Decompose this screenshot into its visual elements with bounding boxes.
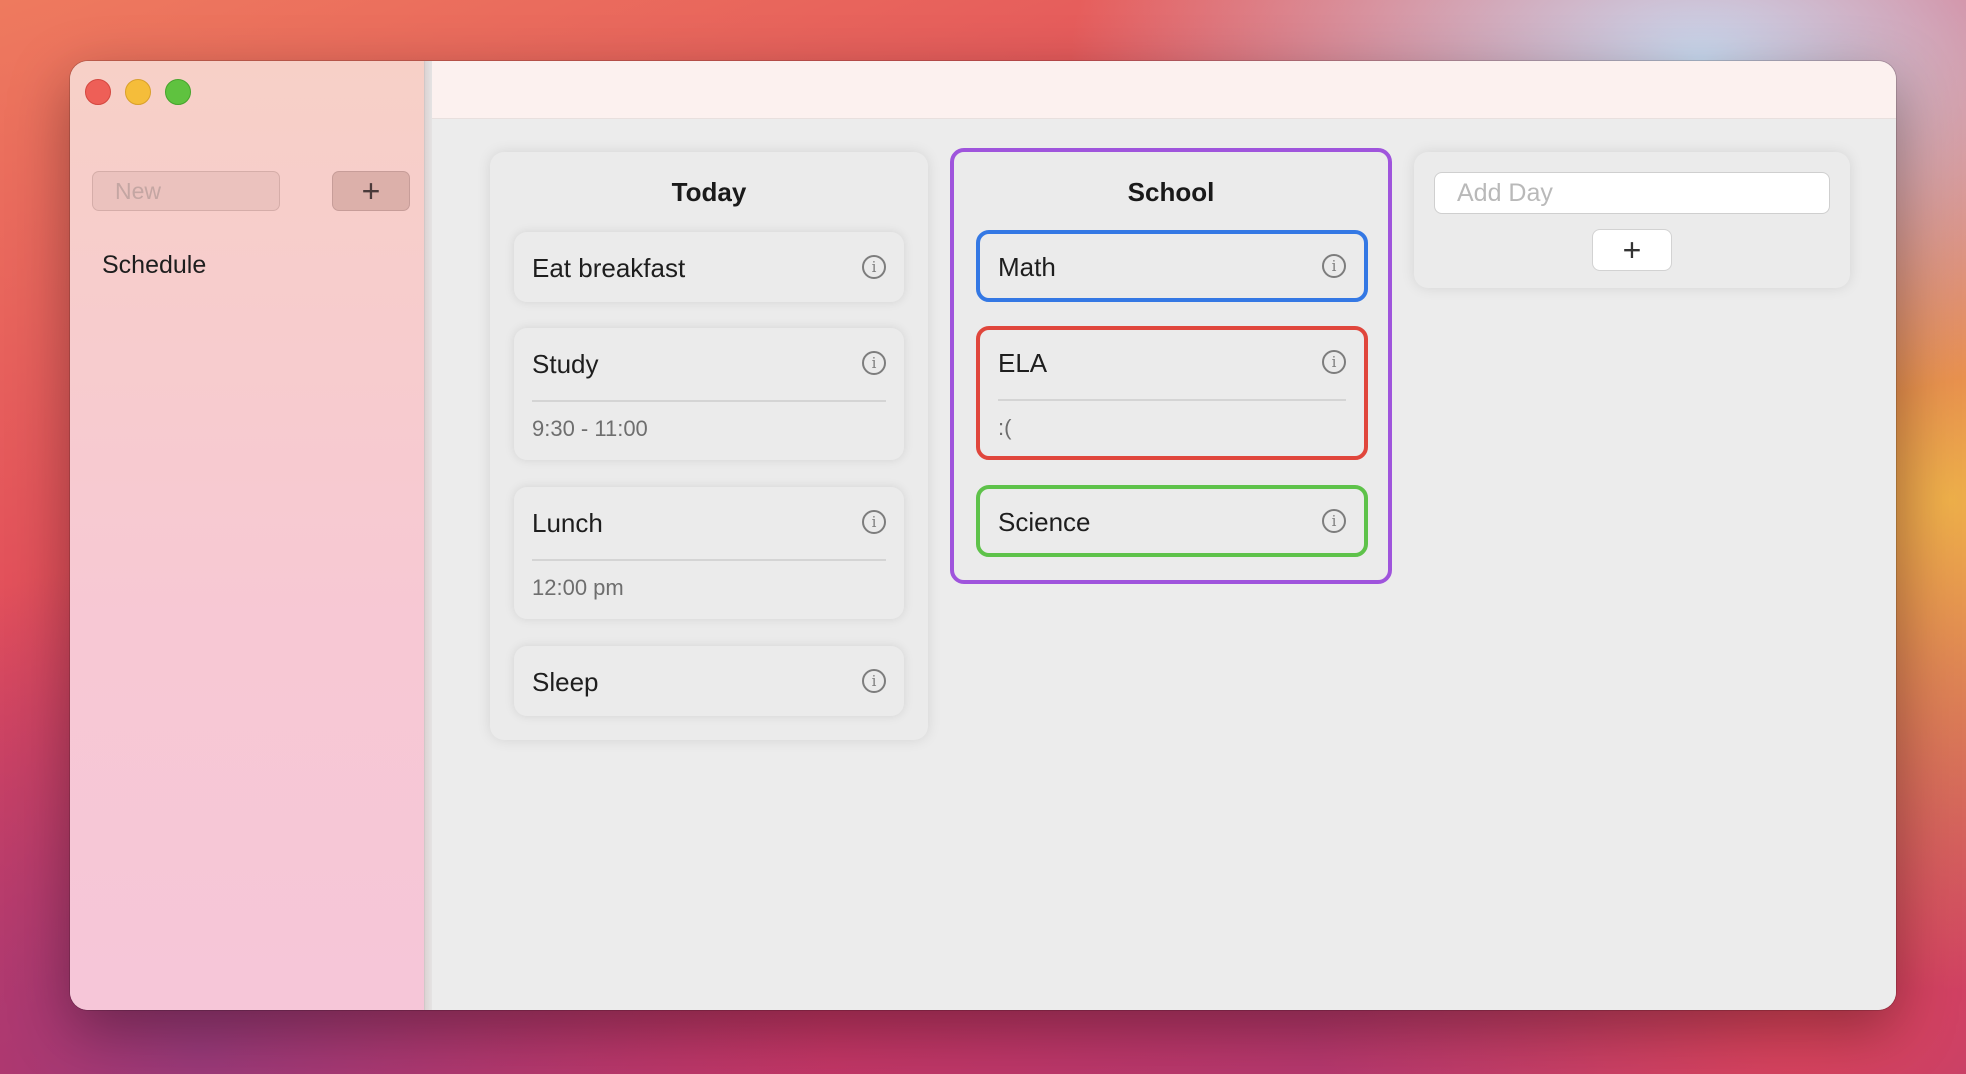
add-day-panel: + [1414,152,1850,288]
task-card[interactable]: Eat breakfast i [514,232,904,302]
zoom-window-button[interactable] [165,79,191,105]
task-card[interactable]: ELA i :( [976,326,1368,460]
task-title: Lunch [532,508,603,538]
info-icon[interactable]: i [862,255,886,279]
task-title: Science [998,507,1091,537]
info-icon[interactable]: i [1322,350,1346,374]
column-title: School [1127,177,1215,207]
add-day-button[interactable]: + [1592,229,1672,271]
sidebar-item-schedule[interactable]: Schedule [102,251,206,280]
info-icon[interactable]: i [1322,254,1346,278]
app-window: + Schedule Today Eat breakfast i Study i… [70,61,1896,1010]
card-divider [532,400,886,402]
column-title: Today [671,177,747,207]
day-column-today: Today Eat breakfast i Study i 9:30 - 11:… [490,152,928,740]
sidebar: + Schedule [70,61,424,1010]
info-icon[interactable]: i [862,510,886,534]
card-divider [532,559,886,561]
info-icon[interactable]: i [862,669,886,693]
info-icon[interactable]: i [862,351,886,375]
plus-icon: + [361,172,381,209]
task-detail: :( [998,415,1012,440]
toolbar [432,61,1896,119]
task-card[interactable]: Study i 9:30 - 11:00 [514,328,904,460]
task-card[interactable]: Science i [976,485,1368,557]
task-detail: 9:30 - 11:00 [532,416,648,441]
close-window-button[interactable] [85,79,111,105]
task-title: Sleep [532,667,599,697]
task-detail: 12:00 pm [532,575,624,600]
task-title: ELA [998,348,1048,378]
task-card[interactable]: Sleep i [514,646,904,716]
new-schedule-input[interactable] [92,171,280,211]
task-card[interactable]: Lunch i 12:00 pm [514,487,904,619]
add-schedule-button[interactable]: + [332,171,410,211]
task-title: Study [532,349,599,379]
task-card[interactable]: Math i [976,230,1368,302]
plus-icon: + [1622,231,1642,268]
info-icon[interactable]: i [1322,509,1346,533]
add-day-input[interactable] [1434,172,1830,214]
sidebar-item-label: Schedule [102,251,207,279]
minimize-window-button[interactable] [125,79,151,105]
day-column-school: School Math i ELA i :( Science i [950,148,1392,584]
task-title: Eat breakfast [532,253,686,283]
card-divider [998,399,1346,401]
task-title: Math [998,252,1056,282]
